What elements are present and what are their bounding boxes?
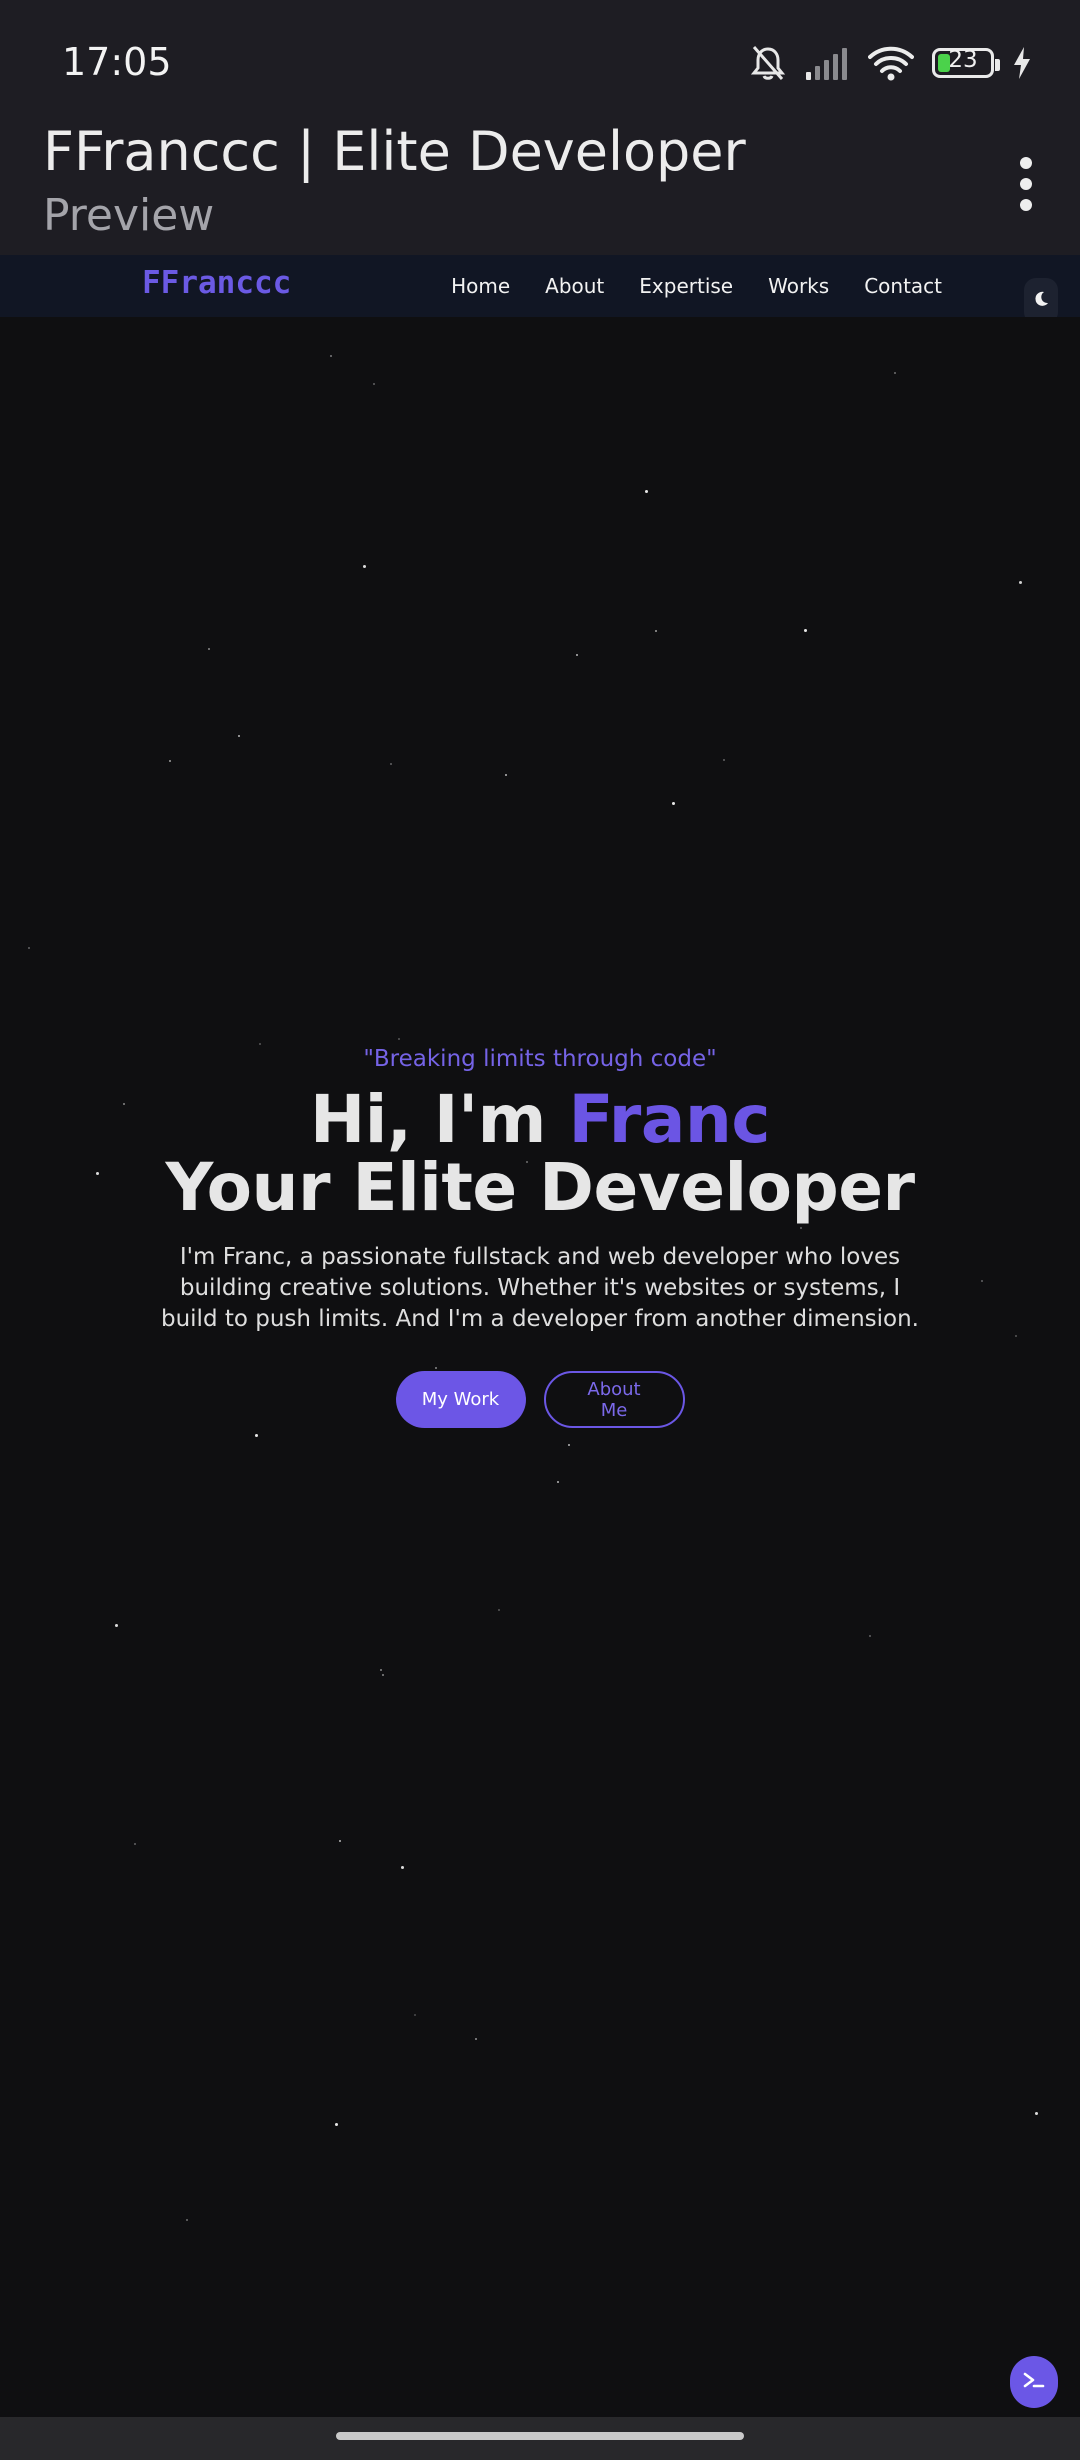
star	[869, 1635, 871, 1637]
page-subtitle: Preview	[43, 190, 215, 241]
star	[475, 2038, 477, 2040]
nav-link-expertise[interactable]: Expertise	[639, 274, 733, 298]
my-work-button[interactable]: My Work	[395, 1371, 526, 1428]
star	[1019, 581, 1022, 584]
star	[169, 760, 171, 762]
browser-preview-screen: 17:05 23 FFranccc | Elite Developer Prev…	[0, 0, 1080, 2460]
more-vertical-icon[interactable]	[996, 142, 1056, 226]
hero-title: Hi, I'm Franc Your Elite Developer	[0, 1086, 1080, 1222]
wifi-icon	[868, 45, 914, 81]
star	[576, 654, 578, 656]
nav-link-works[interactable]: Works	[768, 274, 829, 298]
terminal-icon	[1022, 2370, 1046, 2394]
star	[373, 383, 375, 385]
star	[414, 2014, 416, 2016]
nav-link-home[interactable]: Home	[451, 274, 510, 298]
site-logo[interactable]: FFranccc	[142, 265, 291, 301]
star	[804, 629, 807, 632]
star	[498, 1609, 500, 1611]
star	[382, 1674, 384, 1676]
star	[568, 1444, 570, 1446]
star	[390, 763, 392, 765]
star	[645, 490, 648, 493]
hero-actions: My Work About Me	[0, 1371, 1080, 1428]
hero-headline: Your Elite Developer	[165, 1149, 915, 1226]
signal-icon	[806, 46, 850, 80]
star	[401, 1866, 404, 1869]
star	[655, 630, 657, 632]
battery-level: 23	[948, 47, 978, 73]
star	[380, 1669, 382, 1671]
star	[186, 2219, 188, 2221]
star	[894, 372, 896, 374]
hero-greeting: Hi, I'm	[310, 1081, 546, 1158]
star	[115, 1624, 118, 1627]
star	[363, 565, 366, 568]
home-indicator[interactable]	[336, 2432, 744, 2440]
status-icons: 23	[748, 38, 1032, 88]
app-header: FFranccc | Elite Developer Preview	[0, 120, 1080, 255]
hero-section: "Breaking limits through code" Hi, I'm F…	[0, 317, 1080, 2417]
battery-nub	[995, 59, 1000, 71]
hero-name: Franc	[568, 1081, 770, 1158]
nav-links: Home About Expertise Works Contact	[451, 255, 942, 317]
bell-off-icon	[748, 43, 788, 83]
menu-dot	[1020, 178, 1032, 190]
menu-dot	[1020, 157, 1032, 169]
star	[208, 648, 210, 650]
star	[398, 1038, 400, 1040]
terminal-fab-button[interactable]	[1010, 2356, 1058, 2408]
star	[1035, 2112, 1038, 2115]
site-navbar: FFranccc Home About Expertise Works Cont…	[0, 255, 1080, 324]
star	[28, 947, 30, 949]
hero-tagline: "Breaking limits through code"	[363, 1046, 717, 1072]
nav-link-contact[interactable]: Contact	[864, 274, 942, 298]
status-bar: 17:05 23	[0, 0, 1080, 120]
menu-dot	[1020, 199, 1032, 211]
moon-icon	[1032, 290, 1050, 312]
page-title: FFranccc | Elite Developer	[43, 120, 746, 183]
hero-content: "Breaking limits through code" Hi, I'm F…	[0, 1044, 1080, 1428]
star	[723, 759, 725, 761]
star	[339, 1840, 341, 1842]
star	[335, 2123, 338, 2126]
system-navigation-bar	[0, 2417, 1080, 2460]
star	[255, 1434, 258, 1437]
star	[134, 1843, 136, 1845]
nav-link-about[interactable]: About	[545, 274, 604, 298]
star	[672, 802, 675, 805]
star	[330, 355, 332, 357]
about-me-button[interactable]: About Me	[543, 1371, 685, 1428]
star	[238, 735, 240, 737]
hero-description: I'm Franc, a passionate fullstack and we…	[160, 1244, 919, 1332]
star	[557, 1481, 559, 1483]
charging-bolt-icon	[1012, 47, 1032, 79]
battery-icon: 23	[932, 47, 1000, 78]
status-time: 17:05	[62, 40, 172, 84]
star	[505, 774, 507, 776]
